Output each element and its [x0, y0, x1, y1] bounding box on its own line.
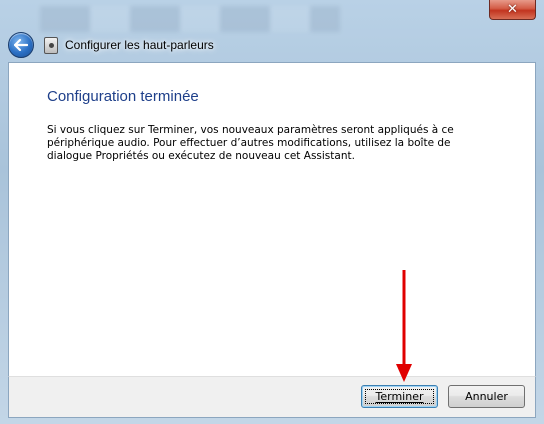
page-heading: Configuration terminée — [47, 88, 199, 105]
cancel-button-label: Annuler — [465, 390, 508, 403]
red-down-arrow-icon — [396, 270, 412, 382]
wizard-footer: Terminer Annuler — [8, 376, 536, 418]
close-button[interactable]: ✕ — [489, 0, 536, 20]
back-arrow-icon — [14, 39, 28, 51]
window-title: Configurer les haut-parleurs — [65, 38, 214, 52]
close-icon: ✕ — [507, 2, 518, 17]
cancel-button[interactable]: Annuler — [448, 385, 525, 408]
wizard-content: Configuration terminée Si vous cliquez s… — [8, 62, 536, 377]
description-line: périphérique audio. Pour effectuer d’aut… — [47, 137, 451, 149]
speaker-icon — [44, 36, 58, 54]
back-button[interactable] — [8, 32, 34, 58]
focus-rectangle — [365, 389, 434, 404]
description-line: Si vous cliquez sur Terminer, vos nouvea… — [47, 124, 454, 136]
description-text: Si vous cliquez sur Terminer, vos nouvea… — [47, 124, 467, 163]
description-line: dialogue Propriétés ou exécutez de nouve… — [47, 150, 355, 162]
wizard-header: Configurer les haut-parleurs — [8, 30, 536, 60]
finish-button[interactable]: Terminer — [361, 385, 438, 408]
